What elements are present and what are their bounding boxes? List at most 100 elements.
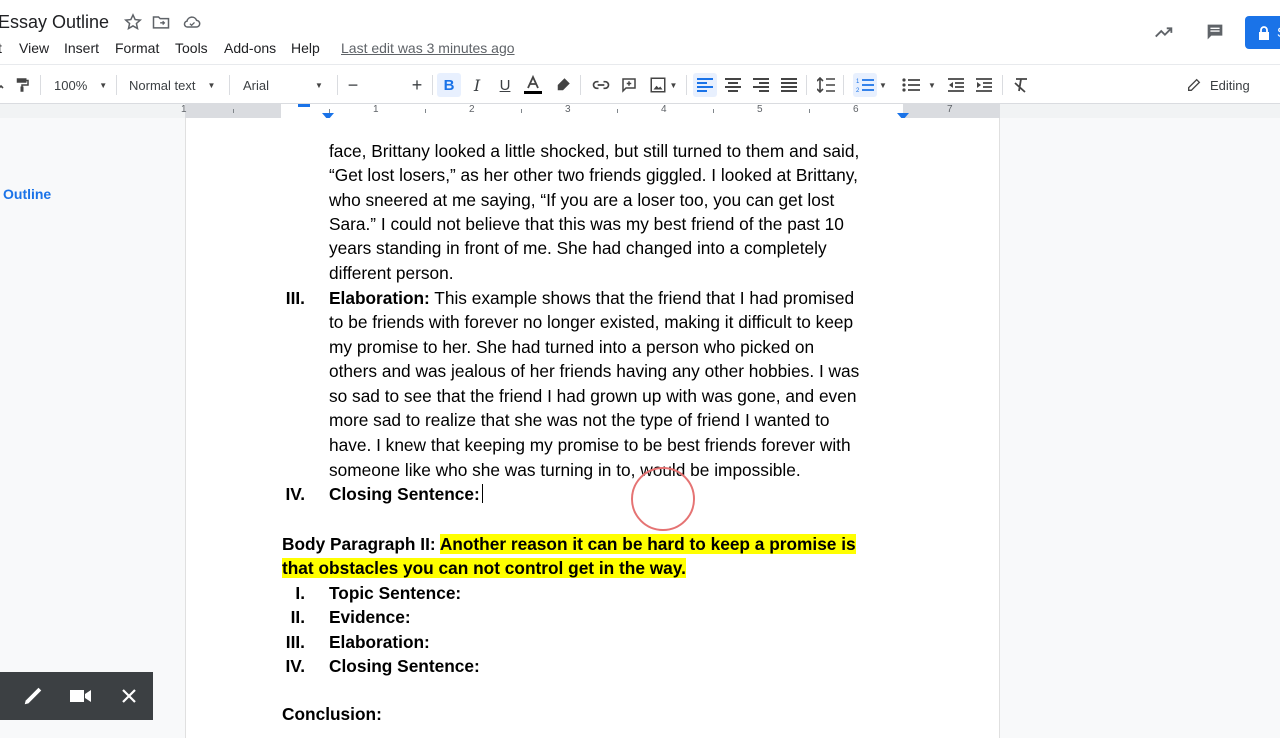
text-line: my promise to her. She had turned into a… <box>329 337 815 357</box>
ruler-number: 5 <box>757 104 763 115</box>
list-number: III. <box>285 632 305 652</box>
editing-mode-select[interactable]: Editing <box>1186 73 1256 97</box>
menu-view[interactable]: View <box>19 40 49 56</box>
ruler: 1 1 2 3 4 5 6 7 <box>0 104 1280 120</box>
paint-format-icon[interactable] <box>10 73 34 97</box>
divider <box>40 75 41 95</box>
list-item: Topic Sentence: <box>329 583 462 603</box>
text-color-button[interactable] <box>521 73 545 97</box>
line-spacing-icon[interactable] <box>814 73 838 97</box>
highlight-color-icon[interactable] <box>551 73 575 97</box>
body-paragraph-heading-cont: that obstacles you can not control get i… <box>282 556 686 580</box>
increase-font-size-button[interactable]: + <box>407 73 427 97</box>
spellcheck-icon[interactable] <box>0 73 8 97</box>
lock-icon <box>1257 25 1271 46</box>
svg-text:1: 1 <box>856 79 860 85</box>
heading-label: Body Paragraph II: <box>282 534 440 554</box>
star-icon[interactable] <box>123 12 143 32</box>
text-line: someone like who she was turning in to, … <box>329 460 801 480</box>
list-item-label: Elaboration: <box>329 288 430 308</box>
text-line: face, Brittany looked a little shocked, … <box>329 141 860 161</box>
text-cursor <box>481 484 483 503</box>
style-select[interactable]: Normal text ▼ <box>129 73 221 97</box>
ruler-number: 6 <box>853 104 859 115</box>
underline-button[interactable]: U <box>493 73 517 97</box>
chevron-down-icon: ▼ <box>315 80 323 90</box>
divider <box>686 75 687 95</box>
divider <box>337 75 338 95</box>
chevron-down-icon[interactable]: ▼ <box>927 73 937 97</box>
list-item-text: This example shows that the friend that … <box>429 288 855 308</box>
zoom-select[interactable]: 100% ▼ <box>54 73 108 97</box>
list-item-closing: Closing Sentence: <box>329 482 483 506</box>
decrease-font-size-button[interactable]: − <box>343 73 363 97</box>
move-folder-icon[interactable] <box>151 12 171 32</box>
camera-icon[interactable] <box>69 684 93 708</box>
align-left-button[interactable] <box>693 73 717 97</box>
share-button[interactable]: S <box>1245 16 1280 49</box>
divider <box>116 75 117 95</box>
text-line: have. I knew that keeping my promise to … <box>329 435 851 455</box>
menu-help[interactable]: Help <box>291 40 320 56</box>
close-icon[interactable] <box>117 684 141 708</box>
chevron-down-icon[interactable]: ▼ <box>879 73 887 97</box>
zoom-value: 100% <box>54 77 88 93</box>
list-item: Evidence: <box>329 607 411 627</box>
divider <box>432 75 433 95</box>
text-line: more sad to realize that she was not the… <box>329 410 830 430</box>
list-number: I. <box>295 583 305 603</box>
list-item: Closing Sentence: <box>329 656 480 676</box>
highlighted-text: that obstacles you can not control get i… <box>282 558 686 578</box>
ruler-number: 2 <box>469 104 475 115</box>
increase-indent-icon[interactable] <box>972 73 996 97</box>
ruler-number: 1 <box>373 104 379 115</box>
menu-addons[interactable]: Add-ons <box>224 40 276 56</box>
clear-formatting-icon[interactable] <box>1009 73 1033 97</box>
first-line-indent-marker[interactable] <box>298 104 310 107</box>
insert-comment-icon[interactable] <box>617 73 641 97</box>
ruler-number: 1 <box>181 104 187 115</box>
text-line: to be friends with forever no longer exi… <box>329 312 854 332</box>
align-center-button[interactable] <box>721 73 745 97</box>
menu-tools[interactable]: Tools <box>175 40 208 56</box>
text-line: so sad to see that the friend I had grow… <box>329 386 857 406</box>
list-item: Elaboration: <box>329 632 430 652</box>
text-line: Sara.” I could not believe that this was… <box>329 214 844 234</box>
bold-button[interactable]: B <box>437 73 461 97</box>
italic-button[interactable]: I <box>465 73 489 97</box>
last-edit-link[interactable]: Last edit was 3 minutes ago <box>341 40 515 56</box>
numbered-list-button[interactable]: 12 <box>853 73 877 97</box>
click-indicator <box>631 467 695 531</box>
doc-title[interactable]: Essay Outline <box>0 12 109 33</box>
menu-insert[interactable]: Insert <box>64 40 99 56</box>
text-line: different person. <box>329 263 454 283</box>
cloud-saved-icon[interactable] <box>182 12 202 32</box>
insert-image-icon[interactable]: ▼ <box>646 73 680 97</box>
menu-format[interactable]: Format <box>115 40 159 56</box>
header: Essay Outline t View Insert Format Tools… <box>0 0 1280 64</box>
ruler-number: 7 <box>947 104 953 115</box>
list-item-label: Closing Sentence: <box>329 484 480 504</box>
insert-link-icon[interactable] <box>589 73 613 97</box>
align-right-button[interactable] <box>749 73 773 97</box>
font-select[interactable]: Arial ▼ <box>243 73 333 97</box>
list-number: IV. <box>285 484 305 504</box>
ruler-number: 4 <box>661 104 667 115</box>
activity-trend-icon[interactable] <box>1153 21 1173 41</box>
list-number: II. <box>290 607 305 627</box>
bulleted-list-icon[interactable] <box>899 73 923 97</box>
decrease-indent-icon[interactable] <box>944 73 968 97</box>
pen-icon[interactable] <box>21 684 45 708</box>
menu-edit[interactable]: t <box>0 40 2 56</box>
divider <box>1002 75 1003 95</box>
divider <box>843 75 844 95</box>
screen-recorder-bar <box>0 672 153 720</box>
svg-text:2: 2 <box>856 88 860 93</box>
conclusion-heading: Conclusion: <box>282 704 382 724</box>
chevron-down-icon: ▼ <box>99 80 108 90</box>
ruler-number: 3 <box>565 104 571 115</box>
justify-button[interactable] <box>777 73 801 97</box>
comments-icon[interactable] <box>1204 21 1224 41</box>
document-outline-label[interactable]: Outline <box>3 186 51 202</box>
divider <box>580 75 581 95</box>
